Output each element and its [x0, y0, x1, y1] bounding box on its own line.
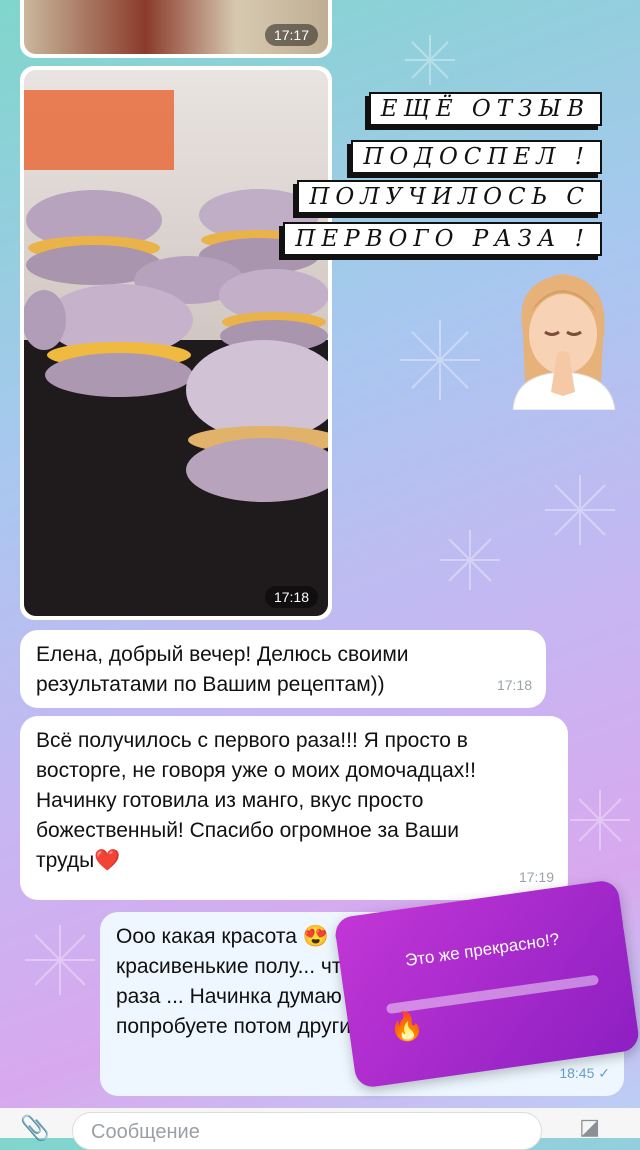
message-text: Елена, добрый вечер! Делюсь своими резул…	[36, 643, 409, 696]
incoming-message-bubble[interactable]: Всё получилось с первого раза!!! Я прост…	[20, 716, 568, 900]
read-check-icon: ✓	[598, 1065, 610, 1081]
message-time-with-check: 18:45 ✓	[559, 1065, 610, 1081]
poll-question: Это же прекрасно!?	[403, 929, 561, 971]
macarons-photo	[24, 70, 328, 616]
story-caption-line-1: ЕЩЁ ОТЗЫВ	[368, 92, 602, 126]
message-time: 17:18	[496, 677, 532, 693]
message-composer: 📎 Сообщение ◪	[0, 1108, 640, 1150]
photo-message-previous[interactable]: 17:17	[20, 0, 332, 58]
story-caption-line-2: ПОДОСПЕЛ !	[351, 140, 602, 174]
sticker-icon[interactable]: ◪	[579, 1114, 600, 1140]
message-time: 17:17	[264, 24, 318, 46]
paperclip-icon[interactable]: 📎	[20, 1114, 50, 1143]
message-time: 17:18	[264, 586, 318, 608]
incoming-message-bubble[interactable]: Елена, добрый вечер! Делюсь своими резул…	[20, 630, 546, 708]
photo-message-macarons[interactable]: 17:18	[20, 66, 332, 620]
story-caption-line-3: ПОЛУЧИЛОСЬ С	[297, 180, 602, 214]
message-text: Всё получилось с первого раза!!! Я прост…	[36, 729, 476, 872]
fire-emoji: 🔥	[387, 1008, 426, 1044]
story-caption-line-4: ПЕРВОГО РАЗА !	[283, 222, 602, 256]
praying-girl-sticker	[512, 274, 616, 410]
message-input[interactable]: Сообщение	[72, 1112, 542, 1150]
